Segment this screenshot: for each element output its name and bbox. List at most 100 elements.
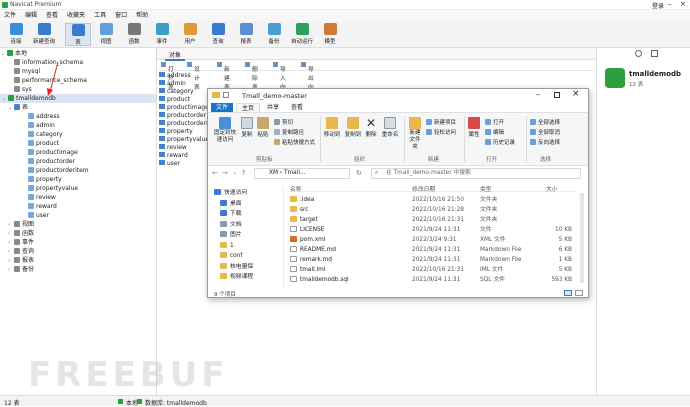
nav-item-2[interactable]: 下载 — [220, 210, 242, 219]
delete-button[interactable]: ✕ 删除 — [364, 117, 378, 138]
file-row[interactable]: target 2022/10/16 21:31 文件夹 — [286, 215, 576, 225]
explorer-title-bar: Tmall_demo-master – × — [208, 89, 588, 102]
file-row[interactable]: README.md 2021/9/24 11:31 Markdown File 6 K… — [286, 245, 576, 255]
nav-item-7[interactable]: 核电量保 — [220, 262, 253, 272]
file-row[interactable]: pom.xml 2022/3/24 9:31 XML 文件 5 KB — [286, 235, 576, 245]
file-name: LICENSE — [300, 227, 325, 233]
file-size: 1 KB — [558, 257, 572, 263]
pin-quick-access-button[interactable]: 固定到快速访问 — [210, 117, 240, 144]
file-type: SQL 文件 — [480, 277, 505, 283]
history-button[interactable]: 历史记录 — [485, 138, 515, 146]
file-type: XML 文件 — [480, 237, 506, 243]
properties-button[interactable]: 属性 — [466, 117, 482, 138]
new-item-button[interactable]: 新建项目 — [426, 118, 456, 126]
nav-item-0[interactable]: 快速访问 — [214, 189, 247, 198]
tiles-view-icon[interactable] — [575, 290, 583, 296]
file-icon — [290, 236, 297, 242]
search-icon: ⌕ — [375, 169, 379, 176]
ribbon-separator — [404, 116, 405, 162]
copy-path-icon — [274, 129, 280, 135]
paste-icon — [257, 117, 269, 129]
nav-item-3[interactable]: 文档 — [220, 220, 242, 230]
move-to-button[interactable]: 移动到 — [322, 117, 342, 138]
up-icon[interactable]: ↑ — [241, 169, 247, 177]
rename-button[interactable]: 重命名 — [380, 117, 400, 138]
folder-icon — [220, 262, 227, 269]
col-size[interactable]: 大小 — [546, 184, 558, 193]
file-name: pom.xml — [300, 237, 326, 243]
nav-item-4[interactable]: 图片 — [220, 231, 242, 240]
invert-selection-icon — [530, 139, 536, 145]
group-select: 选择 — [540, 157, 552, 163]
edit-button[interactable]: 编辑 — [485, 128, 504, 136]
file-type: IML 文件 — [480, 267, 504, 273]
col-name[interactable]: 名称 — [290, 184, 302, 193]
search-input[interactable]: 在 Tmall_demo-master 中搜索 — [371, 168, 581, 179]
file-name: src — [300, 207, 309, 213]
new-folder-button[interactable]: 新建文件夹 — [406, 117, 424, 151]
rename-icon — [384, 117, 396, 129]
address-bar-row: ← → ⌄ ↑ XM › Tmall... ↻ 在 Tmall_demo-mas… — [208, 166, 588, 181]
copy-to-button[interactable]: 复制到 — [343, 117, 363, 138]
details-view-icon[interactable] — [564, 290, 572, 296]
open-icon — [485, 119, 491, 125]
folder-icon — [220, 210, 227, 216]
cut-button[interactable]: 剪切 — [274, 118, 293, 126]
status-bar: 12 表 本地 数据库: tmalldemodb — [0, 395, 690, 407]
file-date: 2022/10/16 21:31 — [412, 217, 464, 223]
tab-share[interactable]: 共享 — [262, 103, 284, 112]
scrollbar[interactable] — [580, 193, 584, 283]
forward-icon[interactable]: → — [222, 169, 228, 177]
copy-icon — [241, 117, 253, 129]
file-row[interactable]: tmalldemodb.sql 2021/9/24 11:31 SQL 文件 593 … — [286, 275, 576, 285]
refresh-icon[interactable]: ↻ — [356, 169, 362, 177]
explorer-close-icon[interactable]: × — [572, 89, 580, 99]
file-type: Markdown File — [480, 247, 522, 253]
col-type[interactable]: 类型 — [480, 184, 492, 193]
col-date[interactable]: 修改日期 — [412, 184, 435, 193]
invert-selection-button[interactable]: 反向选择 — [530, 138, 560, 146]
recent-icon[interactable]: ⌄ — [232, 169, 237, 176]
nav-item-5[interactable]: 1 — [220, 241, 234, 251]
file-type: Markdown File — [480, 257, 522, 263]
status-db-icon — [137, 399, 142, 404]
nav-item-1[interactable]: 桌面 — [220, 199, 242, 209]
explorer-minimize-icon[interactable]: – — [536, 90, 540, 99]
address-input[interactable]: XM › Tmall... — [254, 168, 350, 179]
file-row[interactable]: tmall.iml 2022/10/16 21:31 IML 文件 5 KB — [286, 265, 576, 275]
arrow-db-head — [47, 88, 53, 96]
file-date: 2021/9/24 11:31 — [412, 247, 461, 253]
copy-path-button[interactable]: 复制路径 — [274, 128, 304, 136]
nav-item-label: 桌面 — [230, 200, 242, 207]
nav-item-6[interactable]: conf — [220, 252, 242, 261]
tab-view[interactable]: 查看 — [286, 103, 308, 112]
cut-icon — [274, 119, 280, 125]
back-icon[interactable]: ← — [212, 169, 218, 177]
quick-check-icon[interactable] — [223, 92, 229, 98]
rename-label: 重命名 — [381, 132, 399, 138]
file-icon — [290, 246, 297, 252]
file-row[interactable]: LICENSE 2021/9/24 11:31 文件 10 KB — [286, 225, 576, 235]
easy-access-button[interactable]: 轻松访问 — [426, 128, 456, 136]
file-name-cell: src — [290, 205, 308, 215]
tab-file[interactable]: 文件 — [211, 103, 234, 112]
edit-label: 编辑 — [493, 130, 505, 136]
nav-item-label: 图片 — [230, 232, 242, 238]
file-row[interactable]: src 2022/10/16 21:28 文件夹 — [286, 205, 576, 215]
ribbon-separator — [526, 116, 527, 162]
copy-button[interactable]: 复制 — [240, 117, 254, 138]
tab-home[interactable]: 主页 — [236, 103, 261, 112]
file-name-cell: LICENSE — [290, 225, 324, 235]
select-all-button[interactable]: 全部选择 — [530, 118, 560, 126]
file-name: target — [300, 217, 318, 223]
paste-shortcut-button[interactable]: 粘贴快捷方式 — [274, 138, 315, 146]
nav-item-8[interactable]: 视频课程 — [220, 273, 253, 282]
select-none-button[interactable]: 全部取消 — [530, 128, 560, 136]
explorer-maximize-icon[interactable] — [554, 92, 560, 98]
file-row[interactable]: remark.md 2021/9/24 11:31 Markdown File 1 K… — [286, 255, 576, 265]
file-date: 2022/10/16 21:28 — [412, 207, 464, 213]
open-button[interactable]: 打开 — [485, 118, 504, 126]
file-row[interactable]: .idea 2022/10/16 21:50 文件夹 — [286, 195, 576, 205]
paste-button[interactable]: 粘贴 — [256, 117, 270, 138]
file-name: .idea — [300, 197, 315, 203]
